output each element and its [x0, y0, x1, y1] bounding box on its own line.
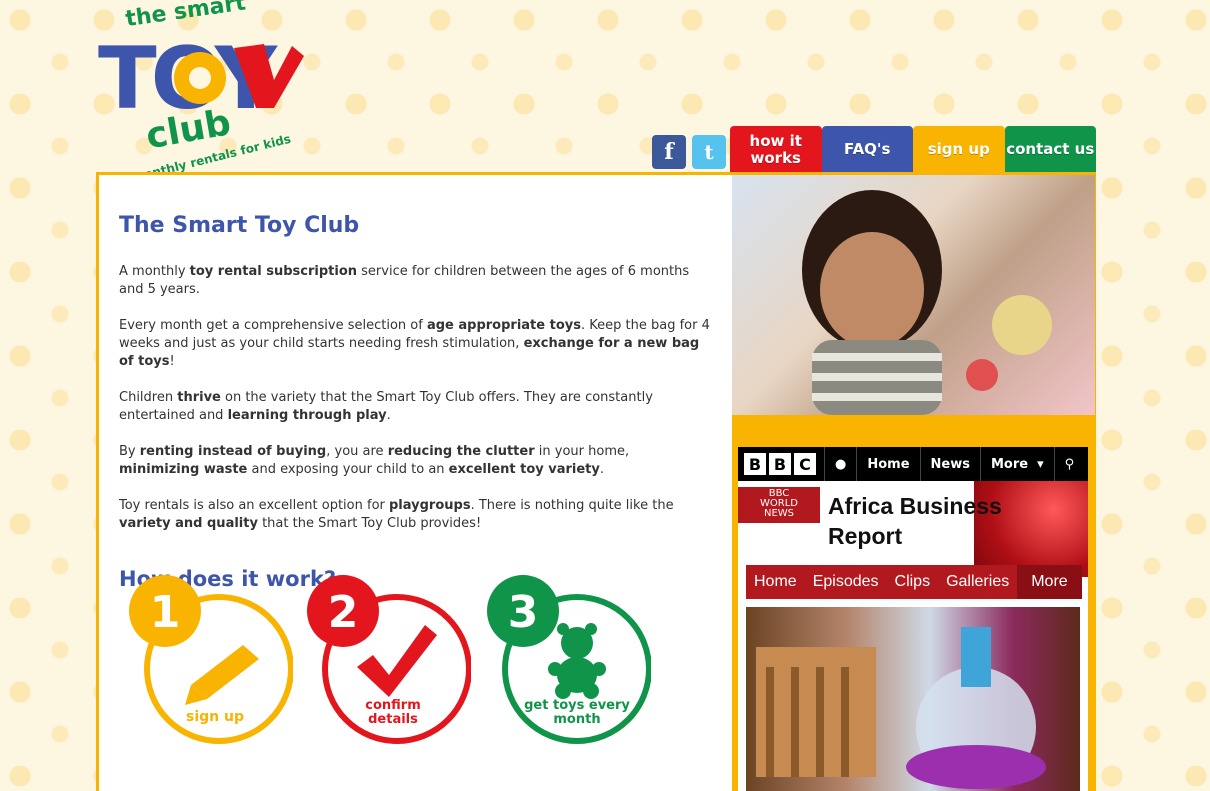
bbc-video-thumbnail[interactable] [746, 607, 1080, 791]
facebook-icon[interactable]: f [652, 135, 686, 169]
twitter-icon[interactable]: t [692, 135, 726, 169]
playgroups-paragraph: Toy rentals is also an excellent option … [119, 498, 674, 531]
bbc-nav: ● Home News More ▾ ⚲ [824, 447, 1084, 481]
search-icon[interactable]: ⚲ [1053, 447, 1085, 481]
bbc-world-news-badge: BBC WORLD NEWS [738, 487, 820, 523]
bbc-nav-news[interactable]: News [919, 447, 980, 481]
thrive-paragraph: Children thrive on the variety that the … [119, 390, 653, 423]
svg-text:3: 3 [508, 587, 539, 638]
bbc-programme-title: Africa Business Report [828, 493, 1002, 549]
svg-text:confirm: confirm [365, 698, 421, 713]
child-photo [732, 175, 1095, 415]
bbc-logo[interactable]: BBC [744, 453, 816, 475]
social-links: f t [652, 135, 726, 169]
svg-text:details: details [368, 712, 418, 727]
page-title: The Smart Toy Club [119, 213, 360, 238]
bbc-top-bar: BBC ● Home News More ▾ ⚲ [738, 447, 1088, 481]
intro-paragraph: A monthly toy rental subscription servic… [119, 264, 690, 297]
logo-the-smart: the smart [124, 0, 248, 32]
teddy-bear-icon [548, 623, 606, 699]
smart-toy-club-logo[interactable]: the smart TOY club monthly rentals for k… [96, 0, 306, 172]
svg-text:get toys every: get toys every [524, 698, 630, 713]
tab-sign-up[interactable]: sign up [913, 126, 1005, 173]
pencil-icon [185, 645, 259, 705]
svg-text:sign up: sign up [186, 709, 244, 725]
step-confirm-details[interactable]: 2 confirm details [301, 575, 471, 745]
main-content: The Smart Toy Club A monthly toy rental … [99, 175, 732, 791]
sidebar: BBC ● Home News More ▾ ⚲ BBC WORLD NEWS … [732, 175, 1096, 791]
bbc-sub-home[interactable]: Home [746, 573, 805, 591]
bbc-nav-more[interactable]: More ▾ [979, 447, 1054, 481]
main-nav: how it works FAQ's sign up contact us [730, 126, 1096, 173]
tab-contact-us[interactable]: contact us [1004, 126, 1096, 173]
monthly-paragraph: Every month get a comprehensive selectio… [119, 318, 710, 369]
tab-faqs[interactable]: FAQ's [821, 126, 913, 173]
svg-text:1: 1 [150, 587, 181, 638]
bbc-sub-more[interactable]: More [1017, 565, 1082, 599]
steps: 1 sign up 2 confirm details 3 get toys e… [123, 575, 683, 745]
bbc-sub-galleries[interactable]: Galleries [938, 573, 1017, 591]
bbc-embed: BBC ● Home News More ▾ ⚲ BBC WORLD NEWS … [738, 447, 1088, 791]
step-get-toys[interactable]: 3 get toys every month [481, 575, 651, 745]
tab-how-it-works[interactable]: how it works [730, 126, 822, 173]
svg-text:2: 2 [328, 587, 359, 638]
bbc-sub-episodes[interactable]: Episodes [805, 573, 887, 591]
renting-paragraph: By renting instead of buying, you are re… [119, 444, 630, 477]
content-frame: The Smart Toy Club A monthly toy rental … [96, 172, 1096, 791]
svg-text:month: month [553, 712, 600, 727]
step-sign-up[interactable]: 1 sign up [123, 575, 293, 745]
bbc-sub-clips[interactable]: Clips [887, 573, 939, 591]
bbc-nav-home[interactable]: Home [856, 447, 919, 481]
bbc-account-icon[interactable]: ● [824, 447, 856, 481]
bbc-programme-nav: Home Episodes Clips Galleries More [746, 565, 1082, 599]
